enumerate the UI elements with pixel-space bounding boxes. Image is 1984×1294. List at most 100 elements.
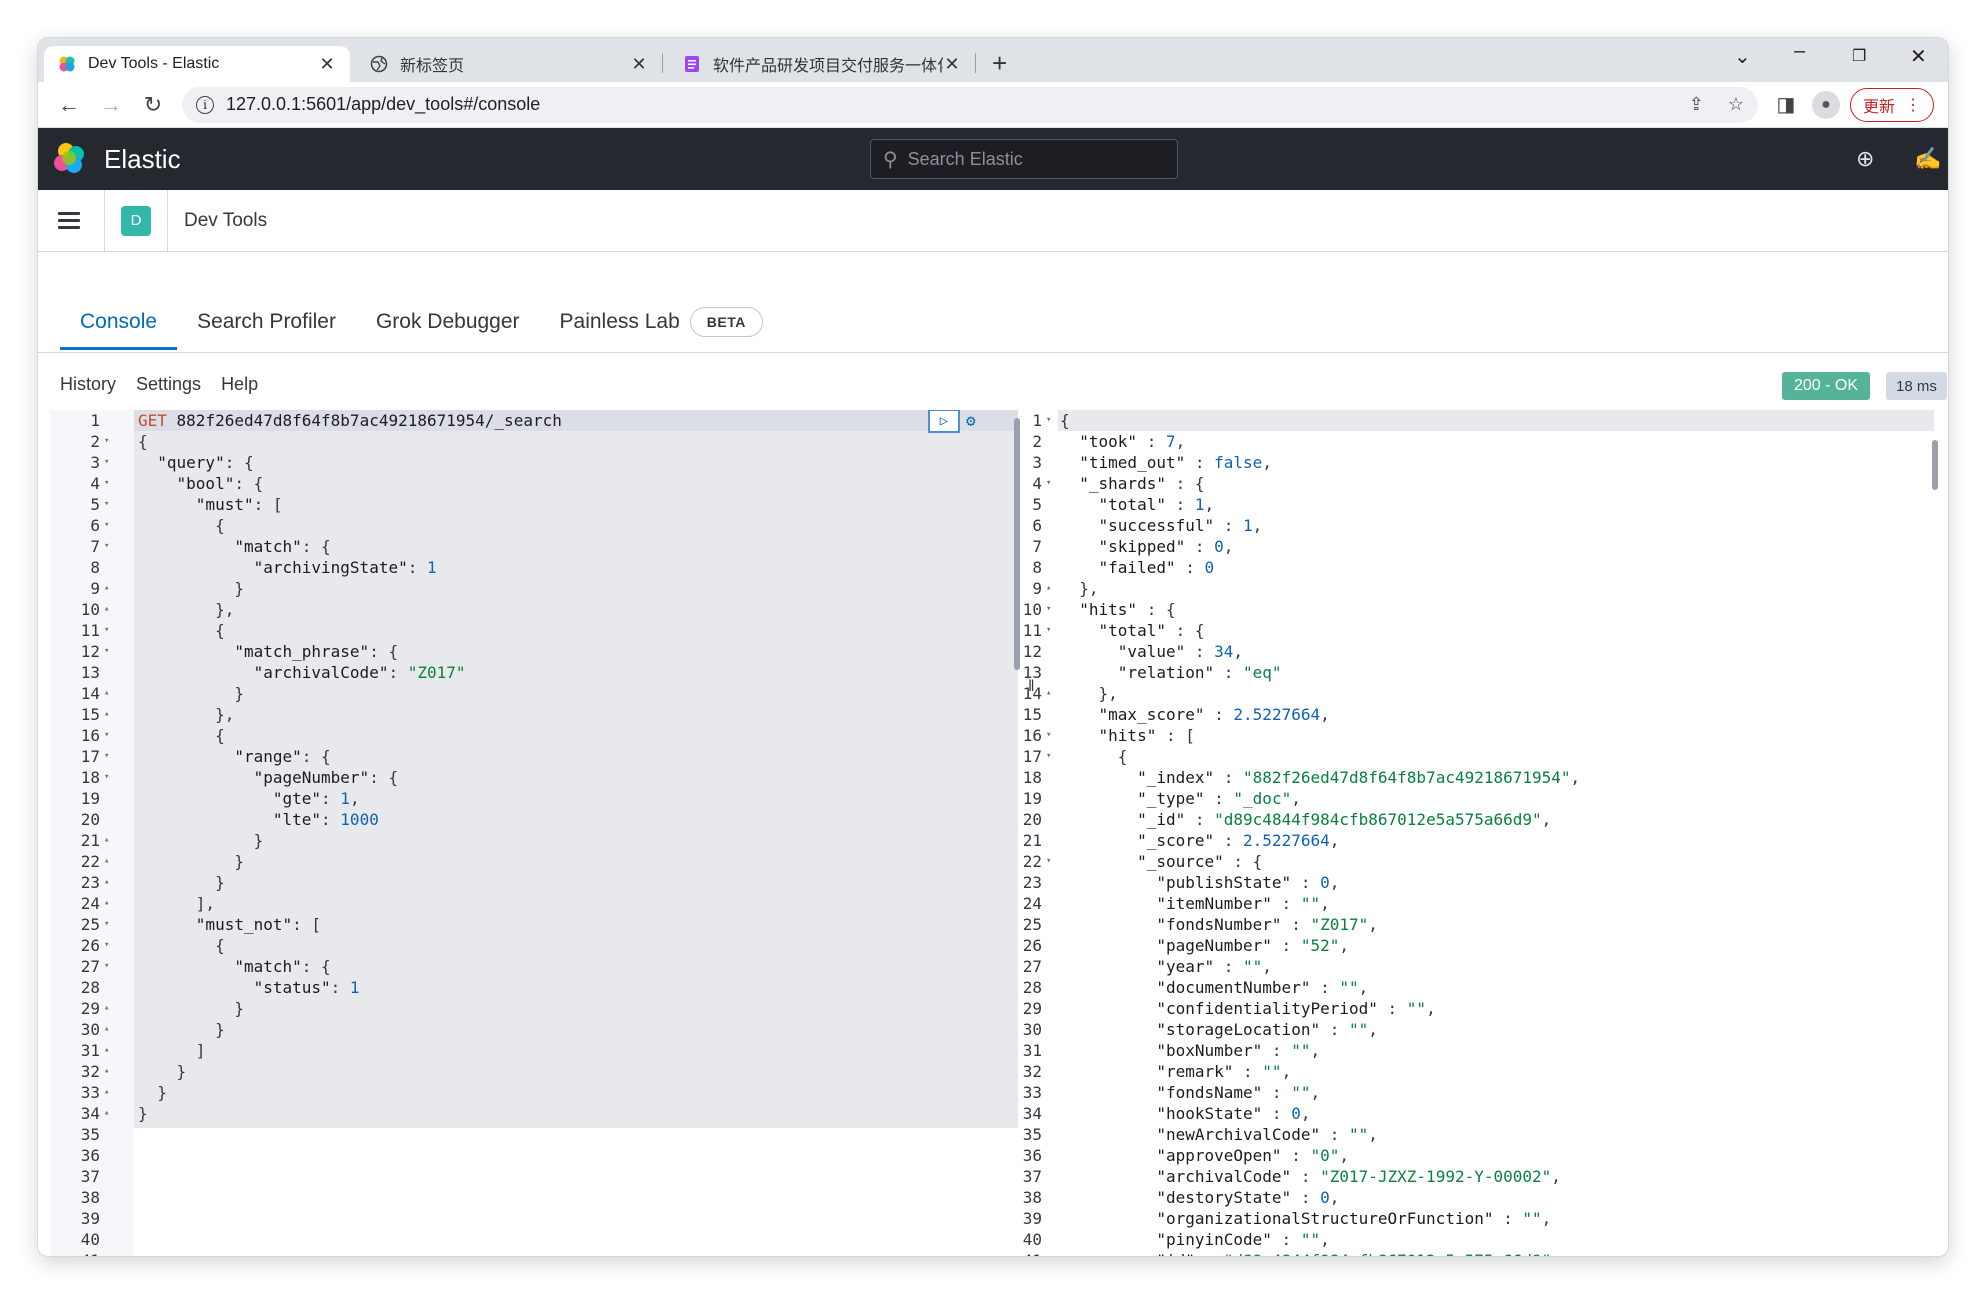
fold-close-icon[interactable]: ▴ [104,830,109,851]
code-text[interactable]: "remark" : "", [1060,1061,1291,1082]
browser-tab-devtools[interactable]: Dev Tools - Elastic ✕ [44,46,350,82]
code-text[interactable]: "pageNumber": { [138,767,399,788]
fold-open-icon[interactable]: ▾ [104,725,109,746]
code-text[interactable]: "id" : "d89c4844f984cfb867012e5a575a66d9… [1060,1250,1561,1256]
send-request-play-icon[interactable]: ▷ [928,410,960,433]
code-text[interactable]: "value" : 34, [1060,641,1243,662]
browser-update-button[interactable]: 更新 ⋮ [1849,87,1934,122]
code-text[interactable]: "documentNumber" : "", [1060,977,1368,998]
code-text[interactable]: "hits" : [ [1060,725,1195,746]
newsfeed-icon[interactable]: ✍ [1914,146,1941,172]
space-avatar[interactable]: D [121,205,151,236]
code-text[interactable]: "hits" : { [1060,599,1175,620]
chevron-down-icon[interactable]: ⌄ [1734,44,1751,69]
code-text[interactable]: { [138,725,225,746]
code-text[interactable]: "bool": { [138,473,264,494]
code-text[interactable]: "_source" : { [1060,851,1262,872]
brand-name[interactable]: Elastic [104,144,181,175]
bookmark-star-icon[interactable]: ☆ [1728,94,1744,115]
menu-hamburger-icon[interactable] [58,212,80,229]
fold-open-icon[interactable]: ▾ [1046,599,1051,620]
code-text[interactable]: "gte": 1, [138,788,360,809]
code-text[interactable]: } [138,578,244,599]
browser-tab-newtab[interactable]: 新标签页 ✕ [356,46,662,82]
help-lifebuoy-icon[interactable]: ⊕ [1856,146,1874,172]
fold-open-icon[interactable]: ▾ [1046,746,1051,767]
fold-open-icon[interactable]: ▾ [104,767,109,788]
fold-close-icon[interactable]: ▴ [104,1082,109,1103]
code-text[interactable]: "fondsNumber" : "Z017", [1060,914,1378,935]
code-text[interactable]: ], [138,893,215,914]
code-text[interactable]: { [1060,410,1070,431]
code-text[interactable]: "newArchivalCode" : "", [1060,1124,1378,1145]
code-text[interactable]: { [1060,746,1128,767]
profile-avatar-icon[interactable]: ● [1811,90,1840,119]
fold-open-icon[interactable]: ▾ [104,956,109,977]
fold-close-icon[interactable]: ▴ [1046,683,1051,704]
fold-open-icon[interactable]: ▾ [104,473,109,494]
fold-open-icon[interactable]: ▾ [104,620,109,641]
help-link[interactable]: Help [221,374,258,395]
code-text[interactable]: { [138,935,225,956]
code-text[interactable]: "must_not": [ [138,914,321,935]
code-text[interactable]: "archivalCode" : "Z017-JZXZ-1992-Y-00002… [1060,1166,1561,1187]
code-text[interactable]: "approveOpen" : "0", [1060,1145,1349,1166]
sidepanel-icon[interactable]: ◨ [1772,92,1800,117]
code-text[interactable]: }, [138,704,234,725]
fold-close-icon[interactable]: ▴ [104,893,109,914]
code-text[interactable]: } [138,1103,148,1124]
code-text[interactable]: "match": { [138,956,330,977]
response-editor[interactable]: 1 ▾{2 "took" : 7, 3 "timed_out" : false, 4 ▾… [1008,410,1942,1256]
fold-close-icon[interactable]: ▴ [104,1061,109,1082]
fold-open-icon[interactable]: ▾ [1046,851,1051,872]
code-text[interactable]: "publishState" : 0, [1060,872,1339,893]
close-icon[interactable]: ✕ [630,54,648,75]
code-text[interactable]: } [138,683,244,704]
fold-close-icon[interactable]: ▴ [104,578,109,599]
code-text[interactable]: "organizationalStructureOrFunction" : ""… [1060,1208,1551,1229]
code-text[interactable]: "archivalCode": "Z017" [138,662,466,683]
fold-open-icon[interactable]: ▾ [1046,410,1051,431]
fold-open-icon[interactable]: ▾ [104,641,109,662]
fold-close-icon[interactable]: ▴ [104,851,109,872]
share-icon[interactable]: ⇪ [1689,94,1704,115]
fold-open-icon[interactable]: ▾ [1046,725,1051,746]
code-text[interactable]: { [138,515,225,536]
code-text[interactable]: "match": { [138,536,330,557]
code-text[interactable]: } [138,1019,225,1040]
fold-close-icon[interactable]: ▴ [104,998,109,1019]
code-text[interactable]: "total" : 1, [1060,494,1215,515]
forward-arrow-icon[interactable]: → [94,92,128,118]
back-arrow-icon[interactable]: ← [52,92,86,118]
code-text[interactable]: "_index" : "882f26ed47d8f64f8b7ac4921867… [1060,767,1580,788]
code-text[interactable]: "_shards" : { [1060,473,1204,494]
new-tab-button[interactable]: + [992,48,1007,79]
minimize-icon[interactable]: – [1794,40,1805,63]
code-text[interactable]: "year" : "", [1060,956,1272,977]
code-text[interactable]: "total" : { [1060,620,1205,641]
code-text[interactable]: "pageNumber" : "52", [1060,935,1349,956]
code-text[interactable]: "destoryState" : 0, [1060,1187,1339,1208]
fold-close-icon[interactable]: ▴ [104,704,109,725]
settings-link[interactable]: Settings [136,374,201,395]
code-text[interactable]: "fondsName" : "", [1060,1082,1320,1103]
code-text[interactable]: "match_phrase": { [138,641,398,662]
info-icon[interactable]: i [196,95,214,114]
code-text[interactable]: "hookState" : 0, [1060,1103,1310,1124]
code-text[interactable]: "_id" : "d89c4844f984cfb867012e5a575a66d… [1060,809,1551,830]
code-text[interactable]: "confidentialityPeriod" : "", [1060,998,1435,1019]
restore-icon[interactable]: ❐ [1852,46,1866,66]
fold-close-icon[interactable]: ▴ [104,683,109,704]
code-text[interactable]: "max_score" : 2.5227664, [1060,704,1330,725]
code-text[interactable]: "query": { [138,452,253,473]
code-text[interactable]: "lte": 1000 [138,809,379,830]
fold-close-icon[interactable]: ▴ [104,872,109,893]
fold-open-icon[interactable]: ▾ [104,935,109,956]
close-icon[interactable]: ✕ [943,54,961,75]
global-search-input[interactable]: ⚲ Search Elastic [870,139,1178,179]
code-text[interactable]: "pinyinCode" : "", [1060,1229,1329,1250]
fold-close-icon[interactable]: ▴ [104,1040,109,1061]
code-text[interactable]: "status": 1 [138,977,360,998]
code-text[interactable]: "relation" : "eq" [1060,662,1282,683]
code-text[interactable]: } [138,830,264,851]
